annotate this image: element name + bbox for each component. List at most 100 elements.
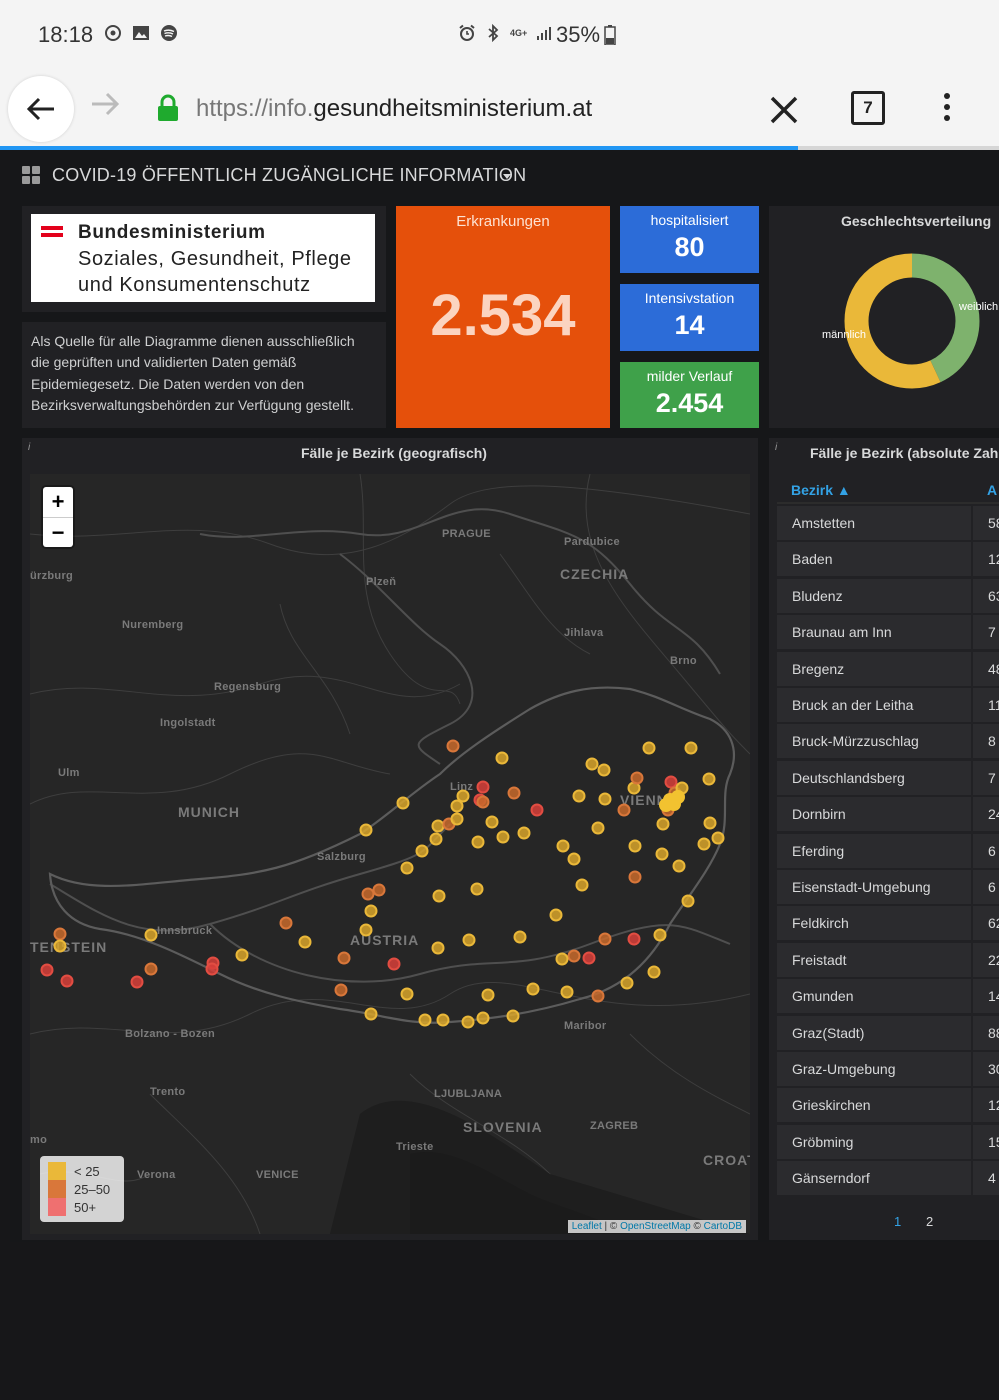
case-marker[interactable]	[513, 930, 527, 944]
case-marker[interactable]	[476, 1011, 490, 1025]
case-marker[interactable]	[591, 821, 605, 835]
table-row[interactable]: Graz(Stadt)88	[777, 1015, 999, 1050]
case-marker[interactable]	[627, 932, 641, 946]
district-map[interactable]: PRAGUE Pardubice CZECHIA ürzburg Plzeň N…	[30, 474, 750, 1234]
case-marker[interactable]	[432, 889, 446, 903]
case-marker[interactable]	[279, 916, 293, 930]
address-bar[interactable]: https://info.gesundheitsministerium.at	[196, 95, 592, 123]
case-marker[interactable]	[400, 987, 414, 1001]
case-marker[interactable]	[334, 983, 348, 997]
dashboard-grid-icon[interactable]	[22, 166, 40, 184]
table-row[interactable]: Gmunden14	[777, 979, 999, 1014]
case-marker[interactable]	[144, 962, 158, 976]
case-marker[interactable]	[495, 751, 509, 765]
case-marker[interactable]	[436, 1013, 450, 1027]
table-row[interactable]: Braunau am Inn 7	[777, 615, 999, 650]
case-marker[interactable]	[567, 852, 581, 866]
case-marker[interactable]	[672, 859, 686, 873]
case-marker[interactable]	[598, 932, 612, 946]
case-marker[interactable]	[655, 847, 669, 861]
case-marker[interactable]	[235, 948, 249, 962]
case-marker[interactable]	[517, 826, 531, 840]
case-marker[interactable]	[628, 839, 642, 853]
case-marker[interactable]	[359, 823, 373, 837]
case-marker[interactable]	[456, 789, 470, 803]
case-marker[interactable]	[450, 799, 464, 813]
case-marker[interactable]	[53, 927, 67, 941]
case-marker[interactable]	[656, 817, 670, 831]
case-marker[interactable]	[471, 835, 485, 849]
back-button[interactable]	[8, 76, 74, 142]
case-marker[interactable]	[446, 739, 460, 753]
osm-link[interactable]: OpenStreetMap	[620, 1221, 691, 1232]
case-marker[interactable]	[298, 935, 312, 949]
dashboard-title[interactable]: COVID-19 ÖFFENTLICH ZUGÄNGLICHE INFORMAT…	[52, 165, 526, 186]
case-marker[interactable]	[431, 941, 445, 955]
case-marker[interactable]	[429, 832, 443, 846]
case-marker[interactable]	[617, 803, 631, 817]
overflow-menu-button[interactable]	[940, 92, 954, 127]
table-row[interactable]: Grieskirchen12	[777, 1088, 999, 1123]
table-row[interactable]: Gröbming15	[777, 1124, 999, 1159]
case-marker-cluster[interactable]	[659, 798, 673, 812]
case-marker[interactable]	[620, 976, 634, 990]
table-row[interactable]: Graz-Umgebung30	[777, 1052, 999, 1086]
chevron-down-icon[interactable]	[503, 174, 511, 179]
case-marker[interactable]	[684, 741, 698, 755]
tab-switcher-button[interactable]: 7	[851, 91, 885, 125]
case-marker[interactable]	[556, 839, 570, 853]
case-marker[interactable]	[598, 792, 612, 806]
table-row[interactable]: Freistadt22	[777, 942, 999, 977]
table-row[interactable]: Eferding 6	[777, 833, 999, 868]
case-marker[interactable]	[476, 795, 490, 809]
case-marker[interactable]	[462, 933, 476, 947]
case-marker[interactable]	[359, 923, 373, 937]
page-2-button[interactable]: 2	[926, 1214, 933, 1229]
case-marker[interactable]	[364, 1007, 378, 1021]
case-marker[interactable]	[461, 1015, 475, 1029]
case-marker[interactable]	[476, 780, 490, 794]
column-header-anzahl[interactable]: A	[987, 482, 997, 498]
case-marker[interactable]	[585, 757, 599, 771]
leaflet-link[interactable]: Leaflet	[572, 1221, 602, 1232]
case-marker[interactable]	[653, 928, 667, 942]
case-marker[interactable]	[470, 882, 484, 896]
table-row[interactable]: Amstetten58	[777, 506, 999, 540]
case-marker[interactable]	[703, 816, 717, 830]
secure-lock-icon[interactable]	[156, 94, 180, 127]
case-marker[interactable]	[681, 894, 695, 908]
case-marker[interactable]	[337, 951, 351, 965]
table-row[interactable]: Bregenz48	[777, 651, 999, 686]
case-marker[interactable]	[582, 951, 596, 965]
case-marker[interactable]	[630, 771, 644, 785]
case-marker[interactable]	[418, 1013, 432, 1027]
column-header-bezirk[interactable]: Bezirk ▲	[791, 482, 851, 498]
case-marker[interactable]	[205, 962, 219, 976]
case-marker[interactable]	[507, 786, 521, 800]
table-row[interactable]: Bruck an der Leitha 11	[777, 688, 999, 722]
table-row[interactable]: Baden12	[777, 542, 999, 577]
case-marker[interactable]	[572, 789, 586, 803]
case-marker[interactable]	[496, 830, 510, 844]
case-marker[interactable]	[697, 837, 711, 851]
case-marker[interactable]	[549, 908, 563, 922]
case-marker[interactable]	[575, 878, 589, 892]
case-marker[interactable]	[450, 812, 464, 826]
case-marker[interactable]	[555, 952, 569, 966]
case-marker[interactable]	[526, 982, 540, 996]
table-row[interactable]: Eisenstadt-Umgebung 6	[777, 870, 999, 904]
table-row[interactable]: Bruck-Mürzzuschlag 8	[777, 724, 999, 759]
case-marker[interactable]	[361, 887, 375, 901]
forward-button[interactable]	[90, 92, 120, 121]
case-marker[interactable]	[560, 985, 574, 999]
case-marker[interactable]	[396, 796, 410, 810]
case-marker[interactable]	[530, 803, 544, 817]
case-marker[interactable]	[372, 883, 386, 897]
page-1-button[interactable]: 1	[894, 1214, 901, 1229]
case-marker[interactable]	[481, 988, 495, 1002]
case-marker[interactable]	[664, 775, 678, 789]
case-marker[interactable]	[415, 844, 429, 858]
case-marker[interactable]	[400, 861, 414, 875]
case-marker[interactable]	[567, 949, 581, 963]
case-marker[interactable]	[40, 963, 54, 977]
